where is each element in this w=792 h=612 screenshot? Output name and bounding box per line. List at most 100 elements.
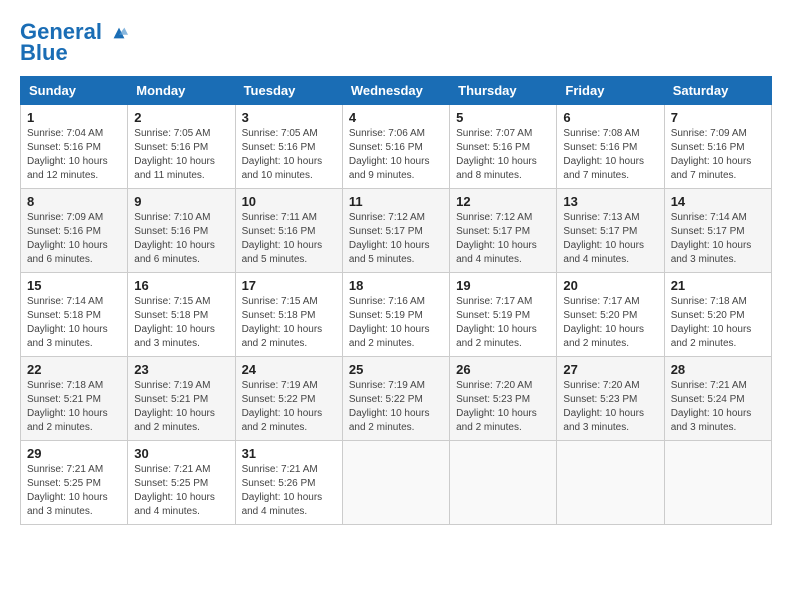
calendar-day-cell: 14 Sunrise: 7:14 AMSunset: 5:17 PMDaylig… — [664, 189, 771, 273]
weekday-header-cell: Monday — [128, 77, 235, 105]
day-number: 11 — [349, 194, 443, 209]
calendar-table: SundayMondayTuesdayWednesdayThursdayFrid… — [20, 76, 772, 525]
calendar-day-cell: 27 Sunrise: 7:20 AMSunset: 5:23 PMDaylig… — [557, 357, 664, 441]
day-number: 19 — [456, 278, 550, 293]
calendar-day-cell: 18 Sunrise: 7:16 AMSunset: 5:19 PMDaylig… — [342, 273, 449, 357]
day-info: Sunrise: 7:16 AMSunset: 5:19 PMDaylight:… — [349, 296, 430, 349]
day-number: 5 — [456, 110, 550, 125]
day-number: 23 — [134, 362, 228, 377]
day-info: Sunrise: 7:19 AMSunset: 5:22 PMDaylight:… — [349, 380, 430, 433]
calendar-day-cell — [450, 441, 557, 525]
logo-icon — [110, 24, 128, 42]
day-number: 1 — [27, 110, 121, 125]
day-info: Sunrise: 7:14 AMSunset: 5:17 PMDaylight:… — [671, 212, 752, 265]
day-info: Sunrise: 7:12 AMSunset: 5:17 PMDaylight:… — [349, 212, 430, 265]
calendar-week-row: 22 Sunrise: 7:18 AMSunset: 5:21 PMDaylig… — [21, 357, 772, 441]
calendar-day-cell: 23 Sunrise: 7:19 AMSunset: 5:21 PMDaylig… — [128, 357, 235, 441]
day-number: 9 — [134, 194, 228, 209]
day-info: Sunrise: 7:17 AMSunset: 5:19 PMDaylight:… — [456, 296, 537, 349]
weekday-header-cell: Friday — [557, 77, 664, 105]
day-number: 4 — [349, 110, 443, 125]
calendar-day-cell: 24 Sunrise: 7:19 AMSunset: 5:22 PMDaylig… — [235, 357, 342, 441]
day-info: Sunrise: 7:09 AMSunset: 5:16 PMDaylight:… — [27, 212, 108, 265]
calendar-day-cell: 4 Sunrise: 7:06 AMSunset: 5:16 PMDayligh… — [342, 105, 449, 189]
day-number: 28 — [671, 362, 765, 377]
day-number: 30 — [134, 446, 228, 461]
calendar-day-cell: 31 Sunrise: 7:21 AMSunset: 5:26 PMDaylig… — [235, 441, 342, 525]
day-info: Sunrise: 7:05 AMSunset: 5:16 PMDaylight:… — [134, 128, 215, 181]
calendar-week-row: 1 Sunrise: 7:04 AMSunset: 5:16 PMDayligh… — [21, 105, 772, 189]
calendar-body: 1 Sunrise: 7:04 AMSunset: 5:16 PMDayligh… — [21, 105, 772, 525]
calendar-day-cell: 26 Sunrise: 7:20 AMSunset: 5:23 PMDaylig… — [450, 357, 557, 441]
weekday-header-row: SundayMondayTuesdayWednesdayThursdayFrid… — [21, 77, 772, 105]
day-info: Sunrise: 7:19 AMSunset: 5:21 PMDaylight:… — [134, 380, 215, 433]
day-number: 13 — [563, 194, 657, 209]
logo: General Blue — [20, 20, 128, 66]
day-info: Sunrise: 7:05 AMSunset: 5:16 PMDaylight:… — [242, 128, 323, 181]
day-info: Sunrise: 7:15 AMSunset: 5:18 PMDaylight:… — [134, 296, 215, 349]
calendar-day-cell: 15 Sunrise: 7:14 AMSunset: 5:18 PMDaylig… — [21, 273, 128, 357]
day-info: Sunrise: 7:21 AMSunset: 5:24 PMDaylight:… — [671, 380, 752, 433]
day-number: 27 — [563, 362, 657, 377]
calendar-day-cell: 11 Sunrise: 7:12 AMSunset: 5:17 PMDaylig… — [342, 189, 449, 273]
day-info: Sunrise: 7:19 AMSunset: 5:22 PMDaylight:… — [242, 380, 323, 433]
calendar-day-cell: 21 Sunrise: 7:18 AMSunset: 5:20 PMDaylig… — [664, 273, 771, 357]
calendar-day-cell: 13 Sunrise: 7:13 AMSunset: 5:17 PMDaylig… — [557, 189, 664, 273]
calendar-week-row: 15 Sunrise: 7:14 AMSunset: 5:18 PMDaylig… — [21, 273, 772, 357]
weekday-header-cell: Sunday — [21, 77, 128, 105]
day-info: Sunrise: 7:06 AMSunset: 5:16 PMDaylight:… — [349, 128, 430, 181]
day-number: 17 — [242, 278, 336, 293]
calendar-day-cell: 2 Sunrise: 7:05 AMSunset: 5:16 PMDayligh… — [128, 105, 235, 189]
calendar-day-cell: 28 Sunrise: 7:21 AMSunset: 5:24 PMDaylig… — [664, 357, 771, 441]
day-number: 18 — [349, 278, 443, 293]
day-info: Sunrise: 7:21 AMSunset: 5:25 PMDaylight:… — [27, 464, 108, 517]
calendar-day-cell: 17 Sunrise: 7:15 AMSunset: 5:18 PMDaylig… — [235, 273, 342, 357]
day-info: Sunrise: 7:20 AMSunset: 5:23 PMDaylight:… — [563, 380, 644, 433]
calendar-day-cell: 22 Sunrise: 7:18 AMSunset: 5:21 PMDaylig… — [21, 357, 128, 441]
day-info: Sunrise: 7:07 AMSunset: 5:16 PMDaylight:… — [456, 128, 537, 181]
calendar-day-cell: 7 Sunrise: 7:09 AMSunset: 5:16 PMDayligh… — [664, 105, 771, 189]
day-number: 24 — [242, 362, 336, 377]
day-number: 16 — [134, 278, 228, 293]
weekday-header-cell: Thursday — [450, 77, 557, 105]
calendar-day-cell: 12 Sunrise: 7:12 AMSunset: 5:17 PMDaylig… — [450, 189, 557, 273]
calendar-day-cell: 16 Sunrise: 7:15 AMSunset: 5:18 PMDaylig… — [128, 273, 235, 357]
day-info: Sunrise: 7:11 AMSunset: 5:16 PMDaylight:… — [242, 212, 323, 265]
day-info: Sunrise: 7:17 AMSunset: 5:20 PMDaylight:… — [563, 296, 644, 349]
calendar-day-cell: 8 Sunrise: 7:09 AMSunset: 5:16 PMDayligh… — [21, 189, 128, 273]
day-info: Sunrise: 7:04 AMSunset: 5:16 PMDaylight:… — [27, 128, 108, 181]
calendar-day-cell — [557, 441, 664, 525]
calendar-day-cell: 30 Sunrise: 7:21 AMSunset: 5:25 PMDaylig… — [128, 441, 235, 525]
day-info: Sunrise: 7:08 AMSunset: 5:16 PMDaylight:… — [563, 128, 644, 181]
weekday-header-cell: Wednesday — [342, 77, 449, 105]
calendar-day-cell: 25 Sunrise: 7:19 AMSunset: 5:22 PMDaylig… — [342, 357, 449, 441]
calendar-day-cell: 29 Sunrise: 7:21 AMSunset: 5:25 PMDaylig… — [21, 441, 128, 525]
day-number: 7 — [671, 110, 765, 125]
day-number: 25 — [349, 362, 443, 377]
calendar-week-row: 29 Sunrise: 7:21 AMSunset: 5:25 PMDaylig… — [21, 441, 772, 525]
day-number: 3 — [242, 110, 336, 125]
day-number: 14 — [671, 194, 765, 209]
calendar-day-cell: 10 Sunrise: 7:11 AMSunset: 5:16 PMDaylig… — [235, 189, 342, 273]
day-info: Sunrise: 7:10 AMSunset: 5:16 PMDaylight:… — [134, 212, 215, 265]
day-info: Sunrise: 7:15 AMSunset: 5:18 PMDaylight:… — [242, 296, 323, 349]
calendar-day-cell — [664, 441, 771, 525]
day-info: Sunrise: 7:13 AMSunset: 5:17 PMDaylight:… — [563, 212, 644, 265]
day-info: Sunrise: 7:18 AMSunset: 5:20 PMDaylight:… — [671, 296, 752, 349]
calendar-week-row: 8 Sunrise: 7:09 AMSunset: 5:16 PMDayligh… — [21, 189, 772, 273]
day-info: Sunrise: 7:14 AMSunset: 5:18 PMDaylight:… — [27, 296, 108, 349]
day-number: 31 — [242, 446, 336, 461]
calendar-day-cell — [342, 441, 449, 525]
calendar-day-cell: 19 Sunrise: 7:17 AMSunset: 5:19 PMDaylig… — [450, 273, 557, 357]
header: General Blue — [20, 20, 772, 66]
day-info: Sunrise: 7:09 AMSunset: 5:16 PMDaylight:… — [671, 128, 752, 181]
day-number: 20 — [563, 278, 657, 293]
day-number: 15 — [27, 278, 121, 293]
calendar-day-cell: 20 Sunrise: 7:17 AMSunset: 5:20 PMDaylig… — [557, 273, 664, 357]
day-number: 29 — [27, 446, 121, 461]
day-info: Sunrise: 7:12 AMSunset: 5:17 PMDaylight:… — [456, 212, 537, 265]
day-number: 8 — [27, 194, 121, 209]
day-info: Sunrise: 7:21 AMSunset: 5:25 PMDaylight:… — [134, 464, 215, 517]
day-number: 6 — [563, 110, 657, 125]
day-number: 26 — [456, 362, 550, 377]
